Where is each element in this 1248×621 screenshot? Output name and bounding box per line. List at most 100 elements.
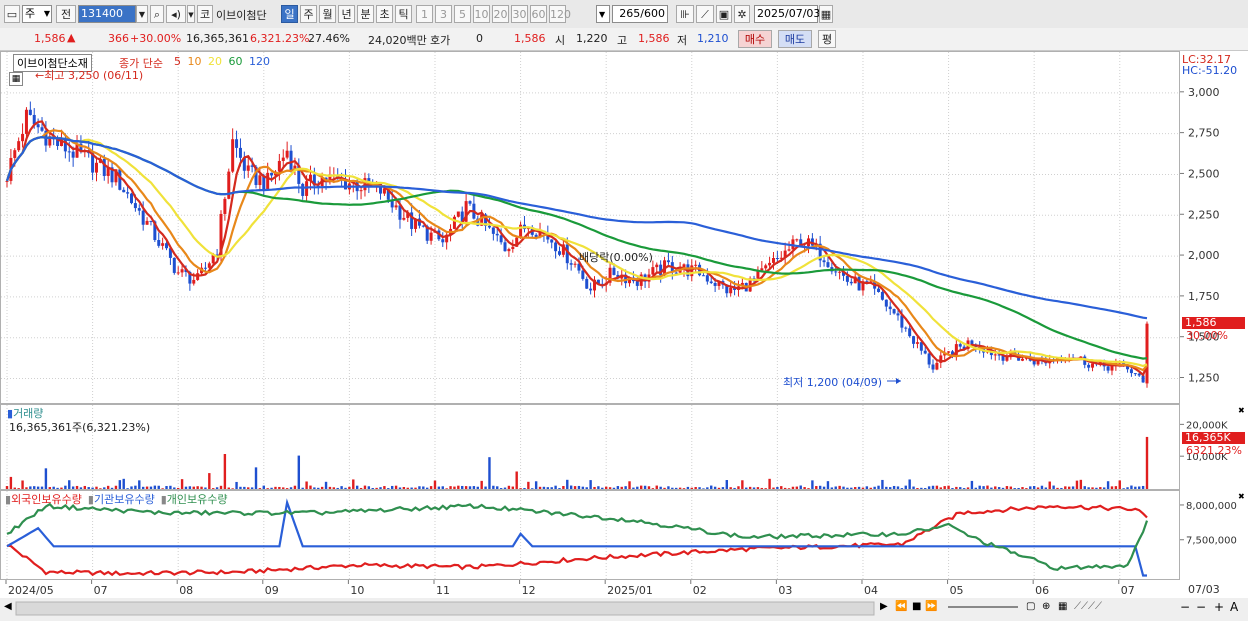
volume-bar	[176, 487, 180, 489]
period-combo[interactable]: 주 ▼	[22, 5, 52, 23]
volume-bar	[562, 486, 565, 489]
crosshair-icon[interactable]: ⊕	[1042, 601, 1050, 612]
code-dropdown-chevron-icon[interactable]: ▼	[136, 5, 148, 23]
candle-body	[935, 362, 939, 370]
sell-button[interactable]: 매도	[778, 30, 812, 48]
volume-panel-close-icon[interactable]: ✖	[1238, 406, 1245, 415]
price-change-pct: +30.00%	[130, 32, 182, 45]
prev-button[interactable]: 전	[56, 5, 76, 23]
candle-body	[904, 327, 908, 329]
zoom-fit-icon[interactable]: ▢	[1026, 601, 1035, 612]
volume-bar	[795, 486, 799, 489]
volume-pct-tag: 6321.23%	[1186, 444, 1242, 457]
candle-body	[17, 141, 21, 151]
rewind-icon[interactable]: ⏪	[895, 601, 907, 612]
volume-bar	[1095, 487, 1098, 489]
volume-bar	[1021, 487, 1024, 489]
volume-bar	[293, 485, 297, 489]
scroll-left-icon[interactable]: ◀	[4, 601, 12, 612]
buy-button[interactable]: 매수	[738, 30, 772, 48]
line-type-icon[interactable]: ⟋	[696, 5, 714, 23]
price-chart[interactable]	[1, 52, 1179, 403]
period-button-0[interactable]: 일	[281, 5, 298, 23]
interval-button-3[interactable]: 10	[473, 5, 490, 23]
volume-bar	[332, 487, 336, 489]
calendar-icon[interactable]: ▦	[819, 5, 833, 23]
volume-bar	[927, 486, 931, 489]
volume-bar	[601, 487, 604, 489]
text-size-icon[interactable]: A	[1230, 600, 1238, 614]
volume-summary: 16,365,361주(6,321.23%)	[9, 421, 151, 434]
candle	[1087, 363, 1091, 372]
draw-tools-icon[interactable]: ⟋⟋⟋⟋	[1074, 601, 1102, 612]
period-button-5[interactable]: 초	[376, 5, 393, 23]
search-icon[interactable]: ⌕	[150, 5, 164, 23]
gear-icon[interactable]: ✲	[734, 5, 750, 23]
period-button-4[interactable]: 분	[357, 5, 374, 23]
volume-bar	[593, 486, 596, 489]
bottom-bar: 2024/05 07 08 09 10 11 12 2025/01 02 03 04 05 06 07 0…	[0, 580, 1248, 621]
time-axis-label-0: 2024/05	[8, 584, 54, 597]
period-button-3[interactable]: 년	[338, 5, 355, 23]
candle-body	[429, 232, 433, 241]
candle-body	[1133, 373, 1137, 375]
grid-icon[interactable]: ▦	[1058, 601, 1067, 612]
volume-bar	[1130, 485, 1133, 489]
volume-bar	[955, 486, 958, 489]
market-button[interactable]: 코	[197, 5, 213, 23]
forward-icon[interactable]: ⏩	[925, 601, 937, 612]
volume-bar	[1145, 436, 1149, 489]
volume-bar	[247, 487, 250, 489]
candle-body	[130, 193, 134, 204]
candle	[585, 276, 589, 290]
window-menu-icon[interactable]: ▭	[4, 5, 20, 23]
minus-icon[interactable]: −	[1196, 600, 1206, 614]
interval-button-6[interactable]: 60	[530, 5, 547, 23]
hoga-label: 호가	[430, 34, 451, 47]
period-button-6[interactable]: 틱	[395, 5, 412, 23]
interval-button-4[interactable]: 20	[492, 5, 509, 23]
code-input[interactable]: 131400	[78, 5, 136, 23]
holding-panel-close-icon[interactable]: ✖	[1238, 492, 1245, 501]
volume-panel: ▮거래량 16,365,361주(6,321.23%)	[0, 404, 1180, 490]
volume-bar	[499, 488, 503, 489]
table-icon[interactable]: ▦	[9, 72, 23, 86]
count-field[interactable]: 265/600	[612, 5, 668, 23]
stop-icon[interactable]: ■	[912, 601, 921, 612]
zoom-in-icon[interactable]: +	[1214, 600, 1224, 614]
zoom-slider[interactable]	[948, 606, 1018, 608]
candle-body	[573, 263, 577, 265]
volume-bar	[309, 485, 312, 489]
eval-button[interactable]: 평	[818, 30, 836, 48]
speaker-icon[interactable]: ◂)	[166, 5, 186, 23]
candle	[75, 135, 79, 158]
volume-bar	[811, 480, 814, 489]
volume-bar	[134, 485, 137, 489]
volume-bar	[313, 487, 316, 489]
volume-bar	[647, 486, 651, 489]
high-label: 고	[617, 34, 628, 47]
volume-bar	[33, 486, 36, 489]
volume-bar	[1114, 486, 1118, 489]
period-button-1[interactable]: 주	[300, 5, 317, 23]
candle	[919, 341, 923, 355]
interval-button-2[interactable]: 5	[454, 5, 471, 23]
interval-button-0[interactable]: 1	[416, 5, 433, 23]
volume-bar	[791, 486, 795, 489]
volume-chart[interactable]	[1, 405, 1179, 489]
interval-button-7[interactable]: 120	[549, 5, 571, 23]
save-icon[interactable]: ▣	[716, 5, 732, 23]
scroll-right-icon[interactable]: ▶	[880, 601, 888, 612]
speaker-chevron-icon[interactable]: ▼	[187, 5, 195, 23]
candle	[764, 263, 768, 271]
volume-bar	[877, 485, 880, 489]
period-button-2[interactable]: 월	[319, 5, 336, 23]
interval-dropdown[interactable]: ▼	[596, 5, 610, 23]
interval-button-1[interactable]: 3	[435, 5, 452, 23]
zoom-out-icon[interactable]: −	[1180, 600, 1190, 614]
interval-button-5[interactable]: 30	[511, 5, 528, 23]
volume-bar	[772, 487, 775, 489]
candle-type-icon[interactable]: ⊪	[676, 5, 694, 23]
date-field[interactable]: 2025/07/03	[754, 5, 820, 23]
candle-body	[915, 342, 919, 344]
